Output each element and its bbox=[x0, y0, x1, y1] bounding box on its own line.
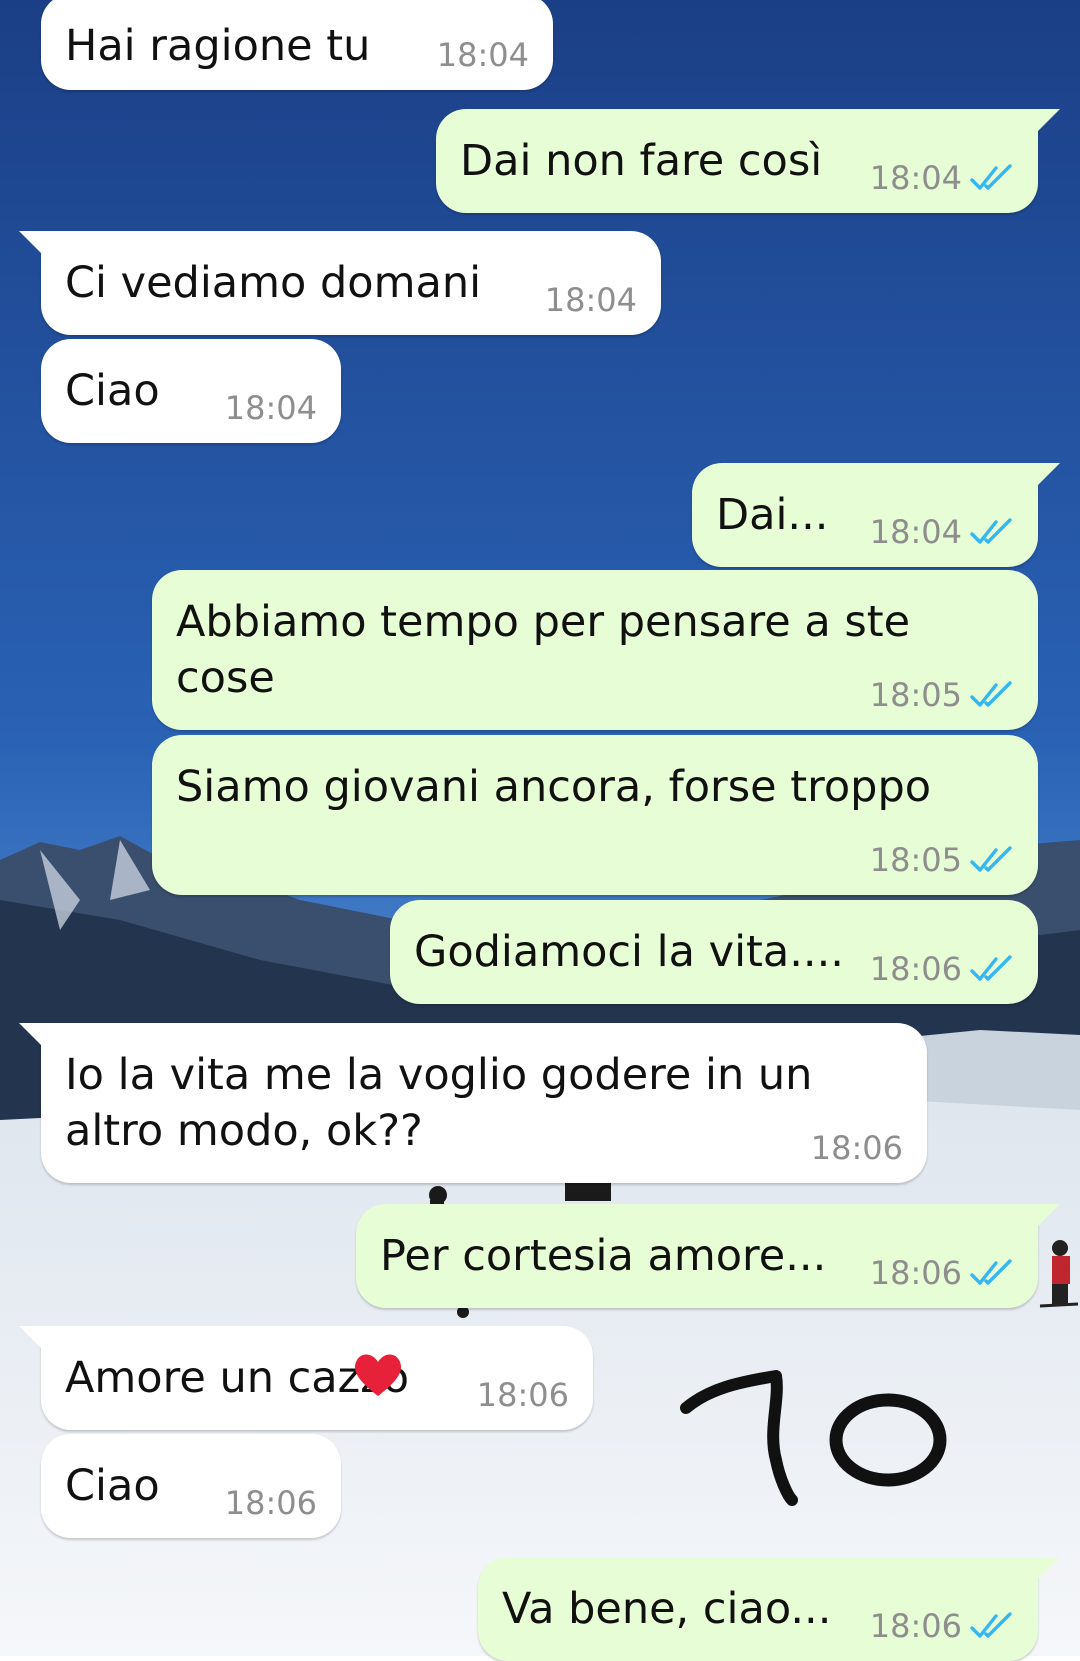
message-timestamp: 18:04 bbox=[870, 159, 1014, 197]
message-timestamp: 18:05 bbox=[870, 841, 1014, 879]
message-bubble-outgoing[interactable]: Va bene, ciao... 18:06 bbox=[478, 1557, 1060, 1661]
double-check-read-icon bbox=[970, 681, 1012, 707]
message-timestamp: 18:04 bbox=[870, 513, 1014, 551]
message-bubble-incoming[interactable]: Ciao 18:04 bbox=[41, 339, 341, 443]
message-text-line: Io la vita me la voglio godere in un bbox=[65, 1050, 813, 1100]
double-check-read-icon bbox=[970, 1259, 1012, 1285]
message-timestamp: 18:06 bbox=[476, 1376, 569, 1414]
handwritten-70-icon bbox=[680, 1370, 947, 1506]
message-bubble-incoming[interactable]: Io la vita me la voglio godere in un alt… bbox=[19, 1023, 927, 1183]
message-timestamp: 18:06 bbox=[870, 1254, 1014, 1292]
message-bubble-incoming[interactable]: Amore un cazzo 18:06 bbox=[19, 1326, 593, 1430]
message-bubble-outgoing[interactable]: Dai... 18:04 bbox=[692, 463, 1060, 567]
message-timestamp: 18:06 bbox=[870, 1607, 1014, 1645]
message-bubble-outgoing[interactable]: Dai non fare così 18:04 bbox=[436, 109, 1060, 213]
message-timestamp: 18:04 bbox=[224, 389, 317, 427]
message-timestamp: 18:04 bbox=[544, 281, 637, 319]
message-bubble-incoming[interactable]: Hai ragione tu 18:04 bbox=[41, 0, 553, 90]
message-bubble-incoming[interactable]: Ci vediamo domani 18:04 bbox=[19, 231, 661, 335]
message-bubble-outgoing[interactable]: Siamo giovani ancora, forse troppo 18:05 bbox=[152, 735, 1038, 895]
message-text-line: Abbiamo tempo per pensare a ste bbox=[176, 597, 911, 647]
message-bubble-outgoing[interactable]: Godiamoci la vita.... 18:06 bbox=[390, 900, 1038, 1004]
double-check-read-icon bbox=[970, 955, 1012, 981]
message-timestamp: 18:06 bbox=[224, 1484, 317, 1522]
double-check-read-icon bbox=[970, 1612, 1012, 1638]
red-heart-sticker-icon bbox=[354, 1354, 402, 1396]
message-timestamp: 18:04 bbox=[436, 36, 529, 74]
message-timestamp: 18:06 bbox=[810, 1129, 903, 1167]
double-check-read-icon bbox=[970, 518, 1012, 544]
message-bubble-outgoing[interactable]: Abbiamo tempo per pensare a ste cose 18:… bbox=[152, 570, 1038, 730]
double-check-read-icon bbox=[970, 846, 1012, 872]
message-bubble-outgoing[interactable]: Per cortesia amore... 18:06 bbox=[356, 1204, 1060, 1308]
message-text-line: altro modo, ok?? bbox=[65, 1106, 423, 1156]
double-check-read-icon bbox=[970, 164, 1012, 190]
message-timestamp: 18:05 bbox=[870, 676, 1014, 714]
message-text: Siamo giovani ancora, forse troppo bbox=[176, 762, 932, 812]
message-bubble-incoming[interactable]: Ciao 18:06 bbox=[41, 1434, 341, 1538]
message-timestamp: 18:06 bbox=[870, 950, 1014, 988]
